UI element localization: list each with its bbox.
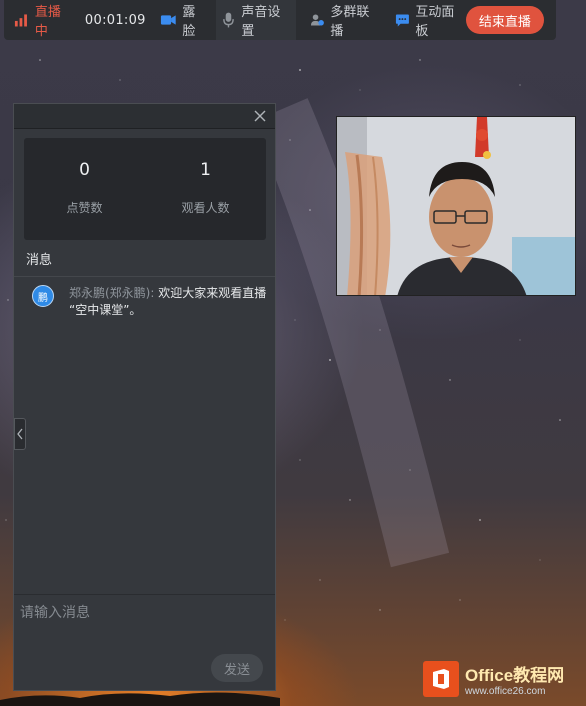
camera-button[interactable]: 露脸 xyxy=(158,0,209,40)
message-body: 郑永鹏(郑永鹏): 欢迎大家来观看直播 “空中课堂”。 xyxy=(69,285,267,319)
messages-divider xyxy=(14,276,275,277)
live-status-text: 直播中 xyxy=(34,5,61,39)
message-input[interactable]: 请输入消息 xyxy=(20,602,90,622)
end-live-button[interactable]: 结束直播 xyxy=(465,6,544,34)
office-logo-icon xyxy=(423,661,459,697)
send-button[interactable]: 发送 xyxy=(211,654,263,682)
list-item: 鹏 郑永鹏(郑永鹏): 欢迎大家来观看直播 “空中课堂”。 xyxy=(32,285,267,319)
webcam-preview[interactable] xyxy=(336,116,576,296)
avatar: 鹏 xyxy=(32,285,54,307)
viewers-count: 1 xyxy=(200,160,211,180)
stats-card: 0 点赞数 1 观看人数 xyxy=(24,138,266,240)
viewers-stat: 1 观看人数 xyxy=(145,138,266,240)
users-icon xyxy=(310,14,324,26)
watermark-text: Office教程网 www.office26.com xyxy=(465,661,564,697)
interaction-panel: 0 点赞数 1 观看人数 消息 鹏 郑永鹏(郑永鹏): 欢迎大家来观看直播 “空… xyxy=(13,103,276,691)
likes-count: 0 xyxy=(79,160,90,180)
collapse-panel-button[interactable] xyxy=(14,418,26,450)
chat-bubble-icon xyxy=(395,13,409,27)
webcam-video-frame xyxy=(337,117,575,295)
audio-settings-button[interactable]: 声音设置 xyxy=(216,0,296,40)
signal-bars-icon xyxy=(14,14,27,27)
audio-settings-label: 声音设置 xyxy=(241,5,281,39)
messages-title: 消息 xyxy=(26,253,53,268)
close-icon[interactable] xyxy=(253,109,267,123)
multigroup-broadcast-button[interactable]: 多群联播 xyxy=(308,0,381,40)
likes-label: 点赞数 xyxy=(66,201,103,215)
interactive-board-label: 互动面板 xyxy=(415,5,455,39)
live-toolbar: 直播中 00:01:09 露脸 声音设置 多群联播 互动面板 结束直播 xyxy=(4,0,556,40)
watermark-title: Office教程网 xyxy=(465,666,565,685)
message-input-area[interactable]: 请输入消息 发送 xyxy=(14,594,275,690)
likes-stat: 0 点赞数 xyxy=(24,138,145,240)
panel-header xyxy=(14,104,275,129)
site-watermark: Office教程网 www.office26.com xyxy=(423,655,583,703)
watermark-url: www.office26.com xyxy=(465,686,546,697)
chevron-left-icon xyxy=(17,428,23,440)
camera-label: 露脸 xyxy=(182,5,196,39)
live-status-indicator: 直播中 xyxy=(14,0,71,40)
microphone-icon xyxy=(223,12,235,28)
video-camera-icon xyxy=(160,15,176,25)
multigroup-label: 多群联播 xyxy=(330,5,370,39)
live-timer: 00:01:09 xyxy=(84,12,146,28)
viewers-label: 观看人数 xyxy=(181,201,230,215)
interactive-board-button[interactable]: 互动面板 xyxy=(393,0,466,40)
message-sender: 郑永鹏(郑永鹏): xyxy=(69,286,155,300)
